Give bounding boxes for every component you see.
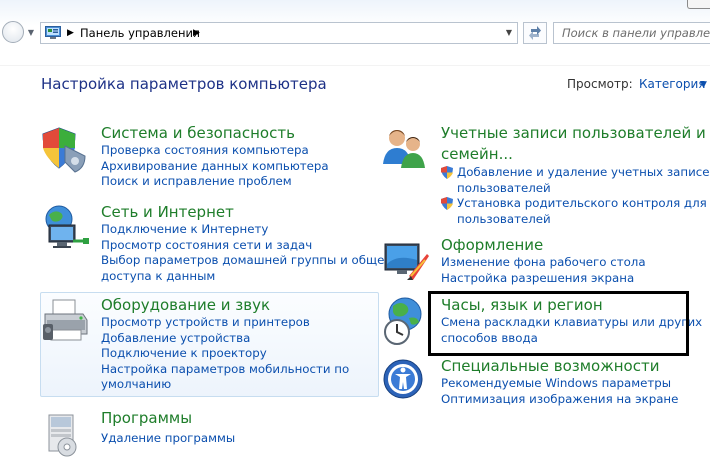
link-text[interactable]: Установка родительского контроля для все… [457, 196, 710, 210]
control-panel-icon [45, 26, 61, 39]
category-title-cont[interactable]: семейн... [441, 145, 513, 164]
view-by-category-link[interactable]: Категория [639, 77, 706, 91]
category-title[interactable]: Специальные возможности [441, 357, 659, 376]
category-system-security[interactable]: Система и безопасность Проверка состояни… [41, 124, 381, 194]
link-network-status[interactable]: Просмотр состояния сети и задач [101, 238, 398, 254]
link-optimize-display[interactable]: Оптимизация изображения на экране [441, 392, 678, 408]
category-title[interactable]: Оборудование и звук [101, 296, 270, 315]
window-corner [687, 0, 710, 9]
back-button[interactable] [2, 21, 24, 43]
breadcrumb-control-panel[interactable]: Панель управления [80, 26, 200, 40]
recent-pages-dropdown[interactable]: ▼ [26, 28, 36, 38]
navigation-bar: ▼ ▶ Панель управления ▶ ▼ Поиск в панели… [0, 0, 710, 66]
users-icon [383, 130, 425, 168]
breadcrumb-arrow-icon[interactable]: ▶ [67, 27, 74, 39]
category-title[interactable]: Программы [101, 409, 192, 428]
link-change-desktop-background[interactable]: Изменение фона рабочего стола [441, 255, 646, 271]
category-appearance[interactable]: Оформление Изменение фона рабочего стола… [381, 236, 710, 288]
link-homegroup-options-cont[interactable]: доступа к данным [101, 269, 398, 285]
uac-shield-icon [441, 166, 453, 179]
category-title[interactable]: Система и безопасность [101, 124, 295, 143]
link-connect-projector[interactable]: Подключение к проектору [101, 346, 349, 362]
link-uninstall-program[interactable]: Удаление программы [101, 431, 235, 447]
link-view-devices-printers[interactable]: Просмотр устройств и принтеров [101, 315, 349, 331]
search-box[interactable]: Поиск в панели управления [553, 22, 710, 44]
link-mobility-settings[interactable]: Настройка параметров мобильности по [101, 362, 349, 378]
appearance-icon [384, 243, 429, 280]
link-text[interactable]: Добавление и удаление учетных записей [457, 165, 710, 179]
link-check-computer-status[interactable]: Проверка состояния компьютера [101, 143, 329, 159]
category-title[interactable]: Учетные записи пользователей и [441, 124, 706, 143]
link-mobility-settings-cont[interactable]: умолчанию [101, 377, 349, 393]
printer-icon [43, 299, 88, 341]
ease-of-access-icon [383, 359, 423, 399]
chevron-down-icon[interactable]: ▼ [700, 77, 707, 93]
category-network-internet[interactable]: Сеть и Интернет Подключение к Интернету … [41, 203, 398, 288]
link-recommended-settings[interactable]: Рекомендуемые Windows параметры [441, 376, 678, 392]
programs-icon [48, 414, 77, 457]
uac-shield-icon [441, 197, 453, 211]
category-title[interactable]: Оформление [441, 236, 543, 255]
view-by-label: Просмотр: [567, 77, 633, 91]
highlight-frame [428, 291, 689, 356]
refresh-icon [529, 26, 541, 40]
refresh-button[interactable] [523, 22, 547, 44]
link-adjust-screen-resolution[interactable]: Настройка разрешения экрана [441, 271, 646, 287]
globe-clock-icon [384, 297, 422, 345]
link-parental-controls[interactable]: Установка родительского контроля для все… [441, 196, 710, 212]
category-user-accounts[interactable]: Учетные записи пользователей и семейн...… [381, 124, 710, 226]
address-dropdown-icon[interactable]: ▼ [500, 22, 518, 44]
category-ease-of-access[interactable]: Специальные возможности Рекомендуемые Wi… [381, 357, 710, 409]
link-add-remove-accounts[interactable]: Добавление и удаление учетных записей [441, 165, 710, 181]
category-programs[interactable]: Программы Удаление программы [41, 409, 381, 459]
link-backup-computer[interactable]: Архивирование данных компьютера [101, 159, 329, 175]
link-homegroup-options[interactable]: Выбор параметров домашней группы и общег… [101, 253, 398, 269]
link-find-fix-problems[interactable]: Поиск и исправление проблем [101, 174, 329, 190]
link-add-remove-accounts-cont[interactable]: пользователей [441, 181, 710, 197]
address-bar[interactable]: ▶ Панель управления ▶ [40, 22, 518, 44]
category-hardware-sound[interactable]: Оборудование и звук Просмотр устройств и… [41, 296, 381, 396]
search-input[interactable]: Поиск в панели управления [562, 26, 710, 40]
breadcrumb-arrow-icon[interactable]: ▶ [193, 27, 200, 39]
category-title[interactable]: Сеть и Интернет [101, 203, 234, 222]
link-connect-internet[interactable]: Подключение к Интернету [101, 222, 398, 238]
page-title: Настройка параметров компьютера [41, 75, 327, 93]
shield-icon [42, 127, 86, 173]
divider [0, 65, 710, 66]
network-icon [45, 205, 89, 248]
link-add-device[interactable]: Добавление устройства [101, 331, 349, 347]
link-parental-controls-cont[interactable]: пользователей [441, 212, 710, 228]
